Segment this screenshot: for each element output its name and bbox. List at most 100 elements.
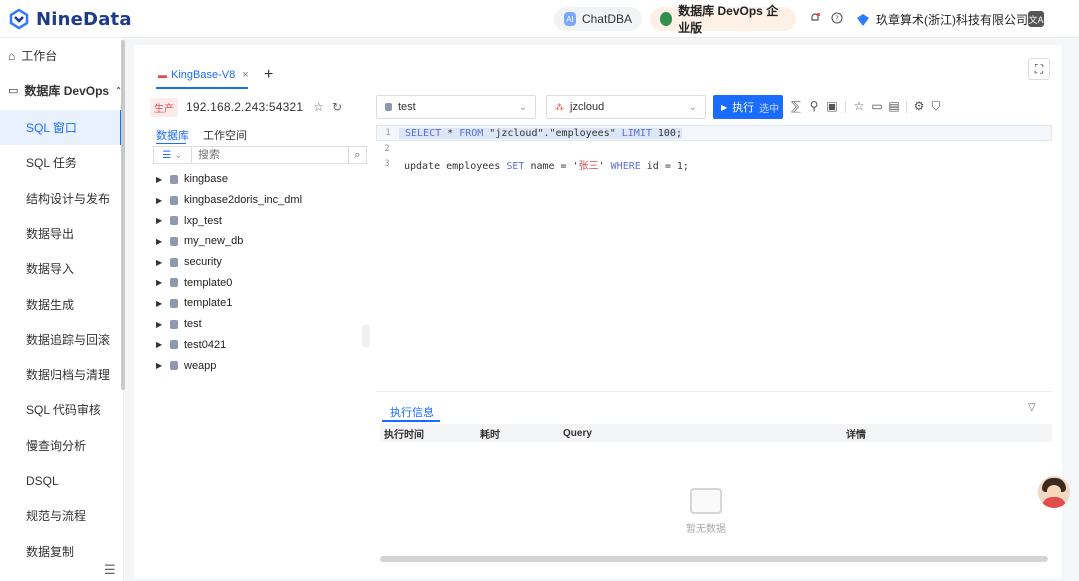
toolbar-divider xyxy=(845,101,846,113)
tab-databases[interactable]: 数据库 xyxy=(156,127,189,143)
sidebar-item[interactable]: 数据追踪与回滚 xyxy=(0,322,122,357)
code-line[interactable]: 3 update employees SET name = '张三' WHERE … xyxy=(376,156,1052,172)
caret-right-icon[interactable]: ▶ xyxy=(156,278,164,287)
tree-item-database[interactable]: ▶ kingbase xyxy=(156,169,366,190)
tab-execution-info[interactable]: 执行信息 xyxy=(390,404,434,420)
tree-item-database[interactable]: ▶ security xyxy=(156,252,366,273)
close-icon[interactable]: × xyxy=(242,69,248,81)
sidebar: ⌂ 工作台 ▭ 数据库 DevOps ⌃ SQL 窗口 SQL 任务 结构设计与发布… xyxy=(0,38,125,581)
caret-right-icon[interactable]: ▶ xyxy=(156,320,164,329)
settings-icon[interactable]: ⚙ xyxy=(912,99,926,113)
org-logo-icon xyxy=(857,13,869,26)
ai-icon: AI xyxy=(564,12,576,26)
tree-item-database[interactable]: ▶ template1 xyxy=(156,293,366,314)
play-icon: ▶ xyxy=(721,102,728,112)
devops-edition-button[interactable]: 数据库 DevOps 企业版 xyxy=(650,4,796,35)
sidebar-item[interactable]: 数据导出 xyxy=(0,216,122,251)
tree-item-label: template0 xyxy=(184,276,233,289)
sidebar-item[interactable]: 慢查询分析 xyxy=(0,428,122,463)
favorite-icon[interactable]: ☆ xyxy=(852,99,866,113)
sql-keyword: WHERE xyxy=(610,160,641,172)
save-file-icon[interactable]: ▤ xyxy=(887,99,901,113)
code-line[interactable]: 2 xyxy=(376,141,1052,157)
format-sql-icon[interactable]: ⅀ xyxy=(789,99,803,113)
logo[interactable]: NineData xyxy=(8,8,132,30)
caret-right-icon[interactable]: ▶ xyxy=(156,258,164,267)
panel-resize-handle[interactable] xyxy=(362,325,370,347)
database-tree: ▶ kingbase ▶ kingbase2doris_inc_dml ▶ lxp_tes… xyxy=(156,169,366,376)
tree-item-database[interactable]: ▶ lxp_test xyxy=(156,210,366,231)
sidebar-item[interactable]: SQL 窗口 xyxy=(0,110,122,145)
chatdba-button[interactable]: AI ChatDBA xyxy=(554,7,642,31)
database-icon xyxy=(170,340,178,350)
database-select[interactable]: test ⌄ xyxy=(376,95,536,119)
tree-item-database[interactable]: ▶ test0421 xyxy=(156,335,366,356)
fullscreen-icon[interactable]: ⛶ xyxy=(1028,58,1050,80)
tab-workspace[interactable]: 工作空间 xyxy=(203,127,247,143)
column-header: 详情 xyxy=(846,429,866,441)
sidebar-item[interactable]: DSQL xyxy=(0,463,122,498)
db-search-input[interactable] xyxy=(192,149,348,161)
sidebar-item[interactable]: 数据导入 xyxy=(0,251,122,286)
sidebar-item[interactable]: SQL 代码审核 xyxy=(0,392,122,427)
language-icon[interactable]: 文A xyxy=(1028,11,1044,27)
refresh-icon[interactable]: ↻ xyxy=(332,100,342,114)
sidebar-item[interactable]: 数据生成 xyxy=(0,287,122,322)
sidebar-scrollbar[interactable] xyxy=(121,40,125,390)
org-selector[interactable]: 玖章算术(浙江)科技有限公司 xyxy=(856,11,1028,28)
add-tab-button[interactable]: + xyxy=(264,66,273,84)
tree-item-database[interactable]: ▶ test xyxy=(156,314,366,335)
notification-bell-icon[interactable] xyxy=(808,11,822,25)
tree-item-label: template1 xyxy=(184,297,233,310)
caret-right-icon[interactable]: ▶ xyxy=(156,216,164,225)
sidebar-item[interactable]: 规范与流程 xyxy=(0,498,122,533)
caret-right-icon[interactable]: ▶ xyxy=(156,237,164,246)
sidebar-item[interactable]: 结构设计与发布 xyxy=(0,181,122,216)
star-icon[interactable]: ☆ xyxy=(313,100,324,114)
caret-right-icon[interactable]: ▶ xyxy=(156,196,164,205)
database-icon xyxy=(170,257,178,267)
caret-right-icon[interactable]: ▶ xyxy=(156,175,164,184)
sql-window-panel: ▬ KingBase-V8 × + ⛶ 生产 192.168.2.243:543… xyxy=(134,45,1062,579)
search-type-select[interactable]: ☰ ⌄ xyxy=(154,147,192,163)
code-text: SELECT * FROM "jzcloud"."employees" LIMI… xyxy=(399,127,682,139)
connection-tab[interactable]: ▬ KingBase-V8 × xyxy=(158,69,249,81)
collapse-panel-icon[interactable]: ▽ xyxy=(1028,402,1036,413)
sidebar-item-workbench[interactable]: ⌂ 工作台 xyxy=(0,38,122,73)
search-icon[interactable]: ⌕ xyxy=(348,147,366,163)
caret-right-icon[interactable]: ▶ xyxy=(156,299,164,308)
code-text: update employees SET name = '张三' WHERE i… xyxy=(398,157,689,172)
sidebar-item[interactable]: 数据归档与清理 xyxy=(0,357,122,392)
database-icon xyxy=(170,195,178,205)
collapse-menu-icon[interactable]: ☰ xyxy=(104,562,116,578)
chatdba-label: ChatDBA xyxy=(581,12,632,26)
tree-item-label: kingbase xyxy=(184,173,229,186)
horizontal-scrollbar[interactable] xyxy=(380,556,1048,562)
explain-icon[interactable]: ▣ xyxy=(825,99,839,113)
tree-item-database[interactable]: ▶ my_new_db xyxy=(156,231,366,252)
folder-icon[interactable]: ▭ xyxy=(870,99,884,113)
sql-token: id = 1; xyxy=(640,160,689,172)
sidebar-group-devops[interactable]: ▭ 数据库 DevOps ⌃ xyxy=(0,73,122,108)
schema-icon: ⁂ xyxy=(555,101,564,112)
code-line[interactable]: 1 SELECT * FROM "jzcloud"."employees" LIM… xyxy=(376,125,1052,141)
kingbase-icon: ▬ xyxy=(158,70,167,80)
sidebar-item[interactable]: SQL 任务 xyxy=(0,145,122,180)
caret-right-icon[interactable]: ▶ xyxy=(156,361,164,370)
sql-editor[interactable]: 1 SELECT * FROM "jzcloud"."employees" LIM… xyxy=(376,123,1052,389)
logo-text: NineData xyxy=(36,8,132,30)
chevron-down-icon: ⌄ xyxy=(688,101,697,113)
sql-keyword: FROM xyxy=(459,127,484,139)
tree-item-database[interactable]: ▶ template0 xyxy=(156,272,366,293)
sidebar-item-label: 工作台 xyxy=(21,49,58,63)
tree-item-database[interactable]: ▶ weapp xyxy=(156,355,366,376)
help-icon[interactable]: ? xyxy=(830,11,844,25)
shield-icon[interactable]: ⛉ xyxy=(929,99,943,114)
brush-icon[interactable]: ⚲ xyxy=(807,99,821,113)
support-avatar[interactable] xyxy=(1038,476,1070,508)
tree-item-database[interactable]: ▶ kingbase2doris_inc_dml xyxy=(156,190,366,211)
caret-right-icon[interactable]: ▶ xyxy=(156,340,164,349)
avatar-body xyxy=(1042,497,1066,508)
run-button[interactable]: ▶ 执行 选中 xyxy=(713,95,783,119)
schema-select[interactable]: ⁂ jzcloud ⌄ xyxy=(546,95,706,119)
